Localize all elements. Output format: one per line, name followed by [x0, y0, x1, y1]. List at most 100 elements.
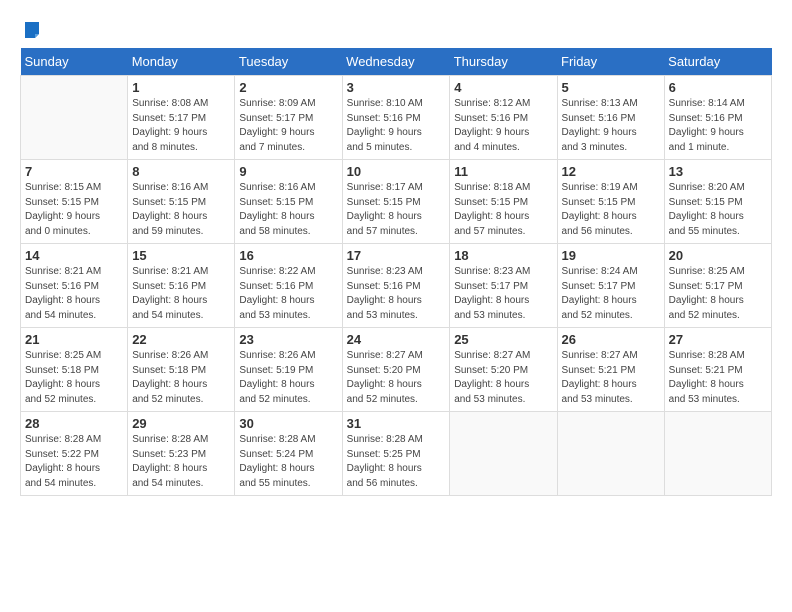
- day-info: Sunrise: 8:14 AM Sunset: 5:16 PM Dayligh…: [669, 97, 767, 155]
- calendar-cell: 5 Sunrise: 8:13 AM Sunset: 5:16 PM Daylig…: [557, 76, 664, 160]
- calendar-cell: 13 Sunrise: 8:20 AM Sunset: 5:15 PM Dayli…: [664, 160, 771, 244]
- days-header-row: SundayMondayTuesdayWednesdayThursdayFrid…: [21, 48, 772, 76]
- day-info: Sunrise: 8:08 AM Sunset: 5:17 PM Dayligh…: [132, 97, 230, 155]
- day-info: Sunrise: 8:27 AM Sunset: 5:21 PM Dayligh…: [562, 349, 660, 407]
- day-number: 12: [562, 164, 660, 179]
- calendar-cell: 8 Sunrise: 8:16 AM Sunset: 5:15 PM Daylig…: [128, 160, 235, 244]
- day-number: 14: [25, 248, 123, 263]
- calendar-cell: 1 Sunrise: 8:08 AM Sunset: 5:17 PM Daylig…: [128, 76, 235, 160]
- day-info: Sunrise: 8:23 AM Sunset: 5:16 PM Dayligh…: [347, 265, 446, 323]
- calendar-cell: 26 Sunrise: 8:27 AM Sunset: 5:21 PM Dayli…: [557, 328, 664, 412]
- calendar-cell: 12 Sunrise: 8:19 AM Sunset: 5:15 PM Dayli…: [557, 160, 664, 244]
- calendar-cell: 19Sunrise: 8:24 AM Sunset: 5:17 PM Dayli…: [557, 244, 664, 328]
- calendar-cell: 17 Sunrise: 8:23 AM Sunset: 5:16 PM Dayli…: [342, 244, 450, 328]
- day-number: 3: [347, 80, 446, 95]
- day-number: 15: [132, 248, 230, 263]
- day-info: Sunrise: 8:12 AM Sunset: 5:16 PM Dayligh…: [454, 97, 552, 155]
- day-number: 31: [347, 416, 446, 431]
- day-info: Sunrise: 8:28 AM Sunset: 5:25 PM Dayligh…: [347, 433, 446, 491]
- day-info: Sunrise: 8:24 AM Sunset: 5:17 PM Dayligh…: [562, 265, 660, 323]
- day-info: Sunrise: 8:19 AM Sunset: 5:15 PM Dayligh…: [562, 181, 660, 239]
- day-number: 26: [562, 332, 660, 347]
- day-number: 2: [239, 80, 337, 95]
- page-header: [20, 20, 772, 38]
- day-info: Sunrise: 8:27 AM Sunset: 5:20 PM Dayligh…: [347, 349, 446, 407]
- day-number: 9: [239, 164, 337, 179]
- calendar-cell: 24 Sunrise: 8:27 AM Sunset: 5:20 PM Dayli…: [342, 328, 450, 412]
- day-info: Sunrise: 8:28 AM Sunset: 5:21 PM Dayligh…: [669, 349, 767, 407]
- day-info: Sunrise: 8:28 AM Sunset: 5:24 PM Dayligh…: [239, 433, 337, 491]
- day-info: Sunrise: 8:26 AM Sunset: 5:18 PM Dayligh…: [132, 349, 230, 407]
- calendar-cell: 22 Sunrise: 8:26 AM Sunset: 5:18 PM Dayli…: [128, 328, 235, 412]
- day-number: 7: [25, 164, 123, 179]
- day-number: 18: [454, 248, 552, 263]
- calendar-cell: 6Sunrise: 8:14 AM Sunset: 5:16 PM Daylig…: [664, 76, 771, 160]
- day-info: Sunrise: 8:20 AM Sunset: 5:15 PM Dayligh…: [669, 181, 767, 239]
- week-row-3: 21Sunrise: 8:25 AM Sunset: 5:18 PM Dayli…: [21, 328, 772, 412]
- day-number: 8: [132, 164, 230, 179]
- calendar-cell: [664, 412, 771, 496]
- day-info: Sunrise: 8:21 AM Sunset: 5:16 PM Dayligh…: [25, 265, 123, 323]
- calendar-cell: 4 Sunrise: 8:12 AM Sunset: 5:16 PM Daylig…: [450, 76, 557, 160]
- day-number: 13: [669, 164, 767, 179]
- day-info: Sunrise: 8:16 AM Sunset: 5:15 PM Dayligh…: [132, 181, 230, 239]
- day-header-thursday: Thursday: [450, 48, 557, 76]
- day-header-saturday: Saturday: [664, 48, 771, 76]
- day-info: Sunrise: 8:27 AM Sunset: 5:20 PM Dayligh…: [454, 349, 552, 407]
- calendar-cell: 20 Sunrise: 8:25 AM Sunset: 5:17 PM Dayli…: [664, 244, 771, 328]
- day-number: 5: [562, 80, 660, 95]
- day-number: 4: [454, 80, 552, 95]
- calendar-cell: 9 Sunrise: 8:16 AM Sunset: 5:15 PM Daylig…: [235, 160, 342, 244]
- calendar-cell: 29Sunrise: 8:28 AM Sunset: 5:23 PM Dayli…: [128, 412, 235, 496]
- day-info: Sunrise: 8:17 AM Sunset: 5:15 PM Dayligh…: [347, 181, 446, 239]
- calendar-cell: 23 Sunrise: 8:26 AM Sunset: 5:19 PM Dayli…: [235, 328, 342, 412]
- day-number: 28: [25, 416, 123, 431]
- calendar-cell: 11 Sunrise: 8:18 AM Sunset: 5:15 PM Dayli…: [450, 160, 557, 244]
- day-header-friday: Friday: [557, 48, 664, 76]
- day-number: 16: [239, 248, 337, 263]
- day-number: 21: [25, 332, 123, 347]
- day-number: 27: [669, 332, 767, 347]
- day-number: 23: [239, 332, 337, 347]
- calendar-cell: [450, 412, 557, 496]
- calendar-cell: [21, 76, 128, 160]
- day-number: 20: [669, 248, 767, 263]
- day-info: Sunrise: 8:18 AM Sunset: 5:15 PM Dayligh…: [454, 181, 552, 239]
- week-row-2: 14 Sunrise: 8:21 AM Sunset: 5:16 PM Dayli…: [21, 244, 772, 328]
- day-info: Sunrise: 8:21 AM Sunset: 5:16 PM Dayligh…: [132, 265, 230, 323]
- day-info: Sunrise: 8:09 AM Sunset: 5:17 PM Dayligh…: [239, 97, 337, 155]
- day-header-tuesday: Tuesday: [235, 48, 342, 76]
- day-info: Sunrise: 8:13 AM Sunset: 5:16 PM Dayligh…: [562, 97, 660, 155]
- calendar-cell: 2 Sunrise: 8:09 AM Sunset: 5:17 PM Daylig…: [235, 76, 342, 160]
- day-info: Sunrise: 8:23 AM Sunset: 5:17 PM Dayligh…: [454, 265, 552, 323]
- week-row-0: 1 Sunrise: 8:08 AM Sunset: 5:17 PM Daylig…: [21, 76, 772, 160]
- calendar-cell: 27 Sunrise: 8:28 AM Sunset: 5:21 PM Dayli…: [664, 328, 771, 412]
- calendar-table: SundayMondayTuesdayWednesdayThursdayFrid…: [20, 48, 772, 496]
- day-header-monday: Monday: [128, 48, 235, 76]
- week-row-1: 7 Sunrise: 8:15 AM Sunset: 5:15 PM Daylig…: [21, 160, 772, 244]
- day-number: 10: [347, 164, 446, 179]
- calendar-cell: 18 Sunrise: 8:23 AM Sunset: 5:17 PM Dayli…: [450, 244, 557, 328]
- calendar-cell: 31 Sunrise: 8:28 AM Sunset: 5:25 PM Dayli…: [342, 412, 450, 496]
- calendar-cell: 7 Sunrise: 8:15 AM Sunset: 5:15 PM Daylig…: [21, 160, 128, 244]
- calendar-cell: 30Sunrise: 8:28 AM Sunset: 5:24 PM Dayli…: [235, 412, 342, 496]
- day-number: 11: [454, 164, 552, 179]
- calendar-cell: 15 Sunrise: 8:21 AM Sunset: 5:16 PM Dayli…: [128, 244, 235, 328]
- calendar-cell: 14 Sunrise: 8:21 AM Sunset: 5:16 PM Dayli…: [21, 244, 128, 328]
- calendar-cell: 16 Sunrise: 8:22 AM Sunset: 5:16 PM Dayli…: [235, 244, 342, 328]
- day-info: Sunrise: 8:25 AM Sunset: 5:17 PM Dayligh…: [669, 265, 767, 323]
- day-number: 17: [347, 248, 446, 263]
- day-info: Sunrise: 8:15 AM Sunset: 5:15 PM Dayligh…: [25, 181, 123, 239]
- day-header-sunday: Sunday: [21, 48, 128, 76]
- calendar-cell: 3 Sunrise: 8:10 AM Sunset: 5:16 PM Daylig…: [342, 76, 450, 160]
- day-info: Sunrise: 8:16 AM Sunset: 5:15 PM Dayligh…: [239, 181, 337, 239]
- day-number: 24: [347, 332, 446, 347]
- day-number: 22: [132, 332, 230, 347]
- day-number: 25: [454, 332, 552, 347]
- day-info: Sunrise: 8:26 AM Sunset: 5:19 PM Dayligh…: [239, 349, 337, 407]
- day-info: Sunrise: 8:22 AM Sunset: 5:16 PM Dayligh…: [239, 265, 337, 323]
- calendar-cell: 25 Sunrise: 8:27 AM Sunset: 5:20 PM Dayli…: [450, 328, 557, 412]
- day-number: 1: [132, 80, 230, 95]
- day-info: Sunrise: 8:28 AM Sunset: 5:23 PM Dayligh…: [132, 433, 230, 491]
- day-info: Sunrise: 8:10 AM Sunset: 5:16 PM Dayligh…: [347, 97, 446, 155]
